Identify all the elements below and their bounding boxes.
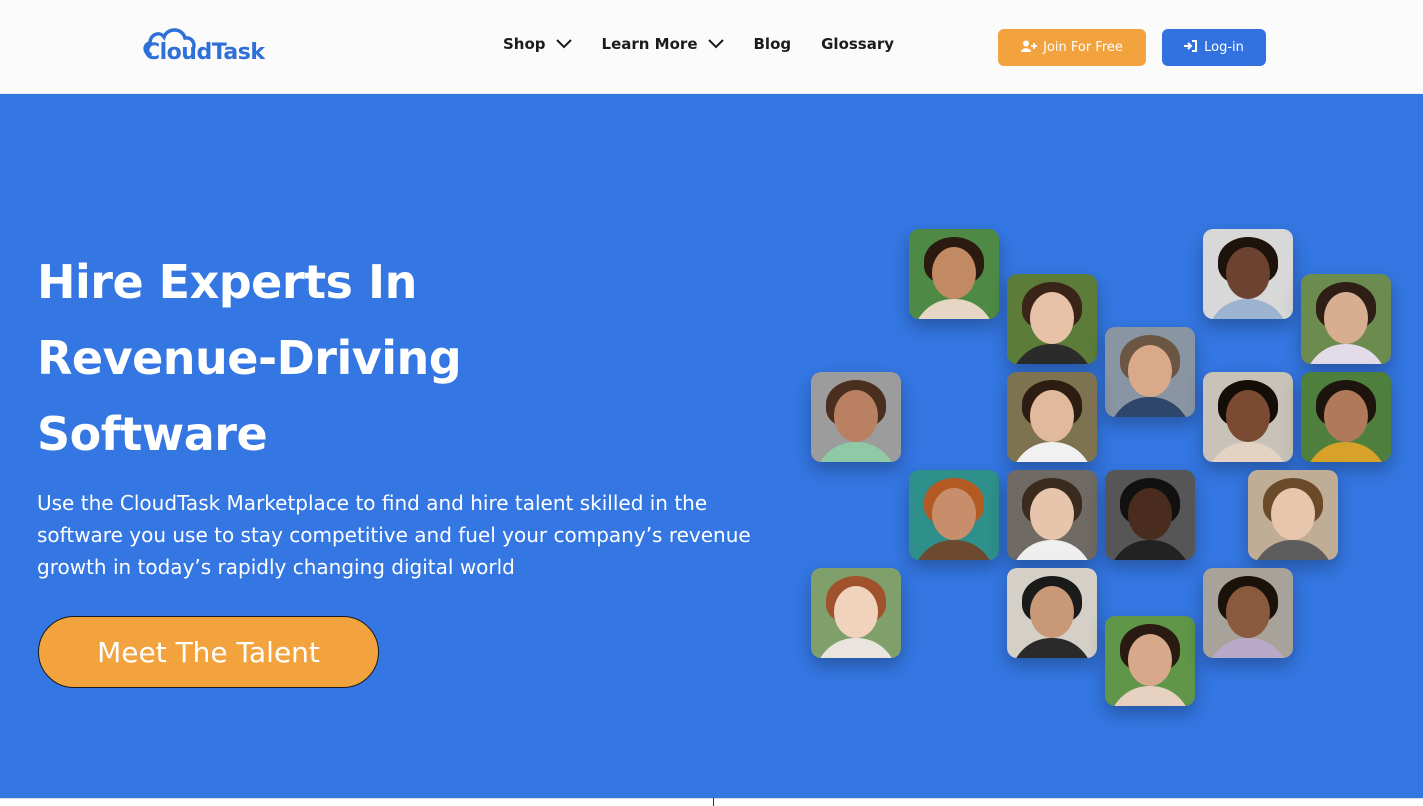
talent-photo — [1301, 274, 1391, 364]
nav-item-learn-more[interactable]: Learn More — [602, 35, 724, 53]
divider — [713, 798, 714, 806]
nav-item-shop[interactable]: Shop — [503, 35, 572, 53]
talent-photo — [1105, 470, 1195, 560]
talent-photo — [1007, 372, 1097, 462]
nav-item-label: Glossary — [821, 35, 895, 53]
hero-title-line: Revenue-Driving — [37, 331, 462, 385]
site-header: CloudTask Shop Learn More Blog Glossary — [0, 0, 1423, 94]
talent-photo — [811, 568, 901, 658]
login-button[interactable]: Log-in — [1162, 29, 1266, 66]
chevron-down-icon — [707, 35, 724, 53]
talent-photo — [1248, 470, 1338, 560]
talent-photo — [1105, 327, 1195, 417]
chevron-down-icon — [555, 35, 572, 53]
talent-photo — [1203, 568, 1293, 658]
talent-photo — [1007, 568, 1097, 658]
main-nav: Shop Learn More Blog Glossary — [503, 32, 894, 56]
cloudtask-logo[interactable]: CloudTask — [142, 24, 278, 66]
hero-title: Hire Experts In Revenue-Driving Software — [37, 244, 557, 472]
below-fold-strip — [0, 798, 1423, 806]
hero-title-line: Software — [37, 407, 268, 461]
join-label: Join For Free — [1043, 40, 1123, 55]
talent-photo — [1203, 372, 1293, 462]
talent-photo — [909, 470, 999, 560]
user-plus-icon — [1021, 40, 1038, 56]
talent-photo — [811, 372, 901, 462]
join-for-free-button[interactable]: Join For Free — [998, 29, 1146, 66]
talent-photo — [1007, 470, 1097, 560]
nav-item-label: Shop — [503, 35, 546, 53]
hero-section: Hire Experts In Revenue-Driving Software… — [0, 94, 1423, 798]
meet-the-talent-button[interactable]: Meet The Talent — [38, 616, 379, 688]
talent-photo — [1105, 616, 1195, 706]
talent-photo — [909, 229, 999, 319]
talent-photo — [1301, 372, 1391, 462]
hero-title-line: Hire Experts In — [37, 255, 417, 309]
sign-in-icon — [1184, 39, 1198, 56]
nav-item-label: Learn More — [601, 35, 698, 53]
talent-photo — [1203, 229, 1293, 319]
talent-photo — [1007, 274, 1097, 364]
hero-description: Use the CloudTask Marketplace to find an… — [37, 491, 751, 579]
login-label: Log-in — [1204, 40, 1244, 55]
logo-text: CloudTask — [144, 40, 265, 65]
nav-item-glossary[interactable]: Glossary — [821, 35, 894, 53]
nav-item-label: Blog — [753, 35, 792, 53]
nav-item-blog[interactable]: Blog — [754, 35, 792, 53]
